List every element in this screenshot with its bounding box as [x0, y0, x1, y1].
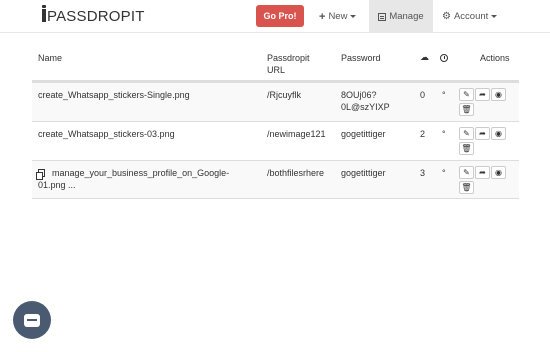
nav-new-dropdown[interactable]: + New: [319, 0, 357, 33]
view-button[interactable]: ◉: [491, 88, 506, 101]
eye-icon: ◉: [495, 90, 502, 99]
share-button[interactable]: ➦: [475, 127, 490, 140]
trash-icon: 🗑: [461, 183, 472, 192]
clock-icon: [440, 54, 448, 62]
table-row: manage_your_business_profile_on_Google- …: [32, 160, 519, 199]
row-url[interactable]: /bothfilesrhere: [267, 167, 324, 179]
delete-button[interactable]: 🗑: [459, 103, 474, 116]
header-actions: Actions: [480, 53, 510, 63]
delete-button[interactable]: 🗑: [459, 142, 474, 155]
caret-down-icon: [350, 15, 357, 18]
header-url: Passdropit URL: [267, 52, 310, 76]
header-expiry: [440, 53, 448, 65]
top-navbar: PASSDROPIT Go Pro! + New Manage ⚙ Accoun…: [0, 0, 550, 33]
brand-text: PASSDROPIT: [47, 8, 145, 25]
eye-icon: ◉: [495, 129, 502, 138]
delete-button[interactable]: 🗑: [459, 181, 474, 194]
row-password-line2: 0L@szYIXP: [341, 102, 390, 112]
eye-icon: ◉: [495, 168, 502, 177]
row-url[interactable]: /newimage121: [267, 128, 326, 140]
row-file-name[interactable]: manage_your_business_profile_on_Google- …: [36, 167, 230, 191]
gear-icon: ⚙: [442, 11, 451, 22]
nav-account-label: Account: [453, 11, 489, 22]
files-table: Name Passdropit URL Password ☁ Actions c…: [32, 48, 519, 199]
plus-icon: +: [319, 10, 326, 23]
share-button[interactable]: ➦: [475, 166, 490, 179]
share-icon: ➦: [479, 90, 486, 99]
pencil-icon: ✎: [463, 90, 470, 99]
pencil-icon: ✎: [463, 168, 470, 177]
row-password: gogetittiger: [341, 168, 386, 178]
header-password: Password: [341, 53, 381, 63]
brand-logo[interactable]: PASSDROPIT: [42, 5, 145, 25]
trash-icon: 🗑: [461, 144, 472, 153]
share-button[interactable]: ➦: [475, 88, 490, 101]
row-expiry: °: [442, 168, 446, 178]
row-downloads: 0: [420, 90, 426, 100]
row-password-line1: 8OUj06?: [341, 90, 377, 100]
nav-account-dropdown[interactable]: ⚙ Account: [442, 0, 498, 33]
table-row: create_Whatsapp_stickers-03.png /newimag…: [32, 121, 519, 160]
chat-widget-button[interactable]: [13, 301, 51, 339]
row-file-name[interactable]: create_Whatsapp_stickers-03.png: [38, 128, 175, 140]
table-header: Name Passdropit URL Password ☁ Actions: [32, 48, 519, 82]
header-url-line1: Passdropit: [267, 53, 310, 63]
row-file-name-line2: 01.png ...: [38, 180, 76, 190]
list-icon: [378, 12, 387, 21]
go-pro-button[interactable]: Go Pro!: [256, 5, 304, 27]
copy-icon: [36, 169, 45, 180]
chat-icon: [24, 313, 40, 327]
passdropit-logo-icon: [42, 5, 46, 22]
view-button[interactable]: ◉: [491, 166, 506, 179]
header-url-line2: URL: [267, 65, 286, 75]
row-password: gogetittiger: [341, 129, 386, 139]
row-file-name[interactable]: create_Whatsapp_stickers-Single.png: [38, 89, 190, 101]
row-url[interactable]: /Rjcuyflk: [267, 89, 301, 101]
nav-manage[interactable]: Manage: [369, 0, 433, 33]
row-downloads: 3: [420, 168, 426, 178]
trash-icon: 🗑: [461, 105, 472, 114]
row-file-name-line1: manage_your_business_profile_on_Google-: [52, 168, 230, 178]
view-button[interactable]: ◉: [491, 127, 506, 140]
row-password: 8OUj06? 0L@szYIXP: [341, 89, 390, 113]
header-name: Name: [38, 53, 63, 63]
cloud-download-icon: ☁: [420, 52, 429, 62]
nav-new-label: New: [328, 11, 348, 22]
share-icon: ➦: [479, 168, 486, 177]
edit-button[interactable]: ✎: [459, 88, 474, 101]
row-expiry: °: [442, 90, 446, 100]
row-downloads: 2: [420, 129, 426, 139]
caret-down-icon: [491, 15, 498, 18]
table-row: create_Whatsapp_stickers-Single.png /Rjc…: [32, 82, 519, 121]
edit-button[interactable]: ✎: [459, 166, 474, 179]
nav-manage-label: Manage: [389, 11, 424, 22]
share-icon: ➦: [479, 129, 486, 138]
row-expiry: °: [442, 129, 446, 139]
edit-button[interactable]: ✎: [459, 127, 474, 140]
pencil-icon: ✎: [463, 129, 470, 138]
